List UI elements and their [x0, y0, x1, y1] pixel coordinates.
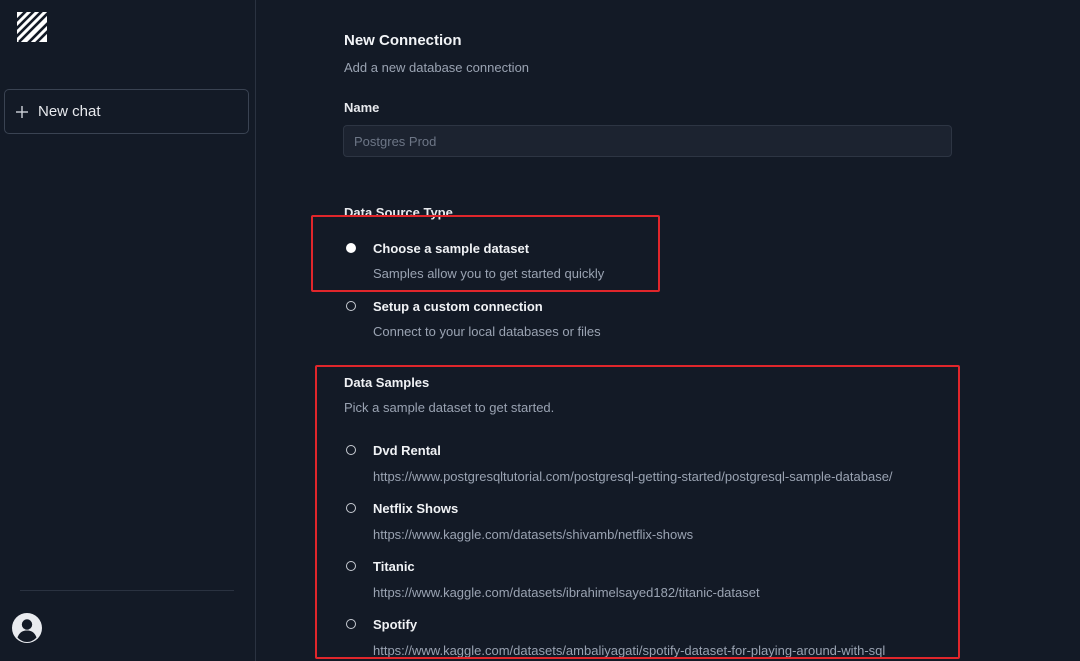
data-source-type-label: Data Source Type [344, 205, 453, 220]
sample-radio-netflix-shows[interactable] [346, 503, 356, 513]
new-chat-button[interactable]: New chat [4, 89, 249, 134]
user-avatar-icon[interactable] [12, 613, 42, 643]
sample-title-dvd-rental[interactable]: Dvd Rental [373, 443, 441, 458]
sample-dataset-option-title[interactable]: Choose a sample dataset [373, 241, 529, 256]
new-chat-label: New chat [38, 103, 101, 120]
sidebar-divider [20, 590, 234, 591]
sample-url-spotify: https://www.kaggle.com/datasets/ambaliya… [373, 643, 886, 658]
plus-icon [16, 105, 28, 118]
custom-connection-option-title[interactable]: Setup a custom connection [373, 299, 543, 314]
sample-radio-dvd-rental[interactable] [346, 445, 356, 455]
page-subtitle: Add a new database connection [344, 60, 530, 75]
sample-radio-titanic[interactable] [346, 561, 356, 571]
logo-icon[interactable] [17, 12, 47, 42]
page-title: New Connection [344, 32, 462, 49]
data-samples-description: Pick a sample dataset to get started. [344, 400, 555, 415]
data-samples-label: Data Samples [344, 375, 430, 390]
sample-url-netflix-shows: https://www.kaggle.com/datasets/shivamb/… [373, 527, 694, 542]
sample-radio-spotify[interactable] [346, 619, 356, 629]
sample-title-netflix-shows[interactable]: Netflix Shows [373, 501, 458, 516]
name-label: Name [344, 100, 380, 115]
sample-dataset-radio[interactable] [346, 243, 356, 253]
name-input[interactable] [343, 125, 952, 157]
sample-url-dvd-rental: https://www.postgresqltutorial.com/postg… [373, 469, 893, 484]
app: New chat New Connection Add a new databa… [0, 0, 1080, 661]
custom-connection-option-description: Connect to your local databases or files [373, 324, 601, 339]
sample-dataset-option-description: Samples allow you to get started quickly [373, 266, 605, 281]
sample-url-titanic: https://www.kaggle.com/datasets/ibrahime… [373, 585, 760, 600]
sample-title-spotify[interactable]: Spotify [373, 617, 417, 632]
sample-title-titanic[interactable]: Titanic [373, 559, 415, 574]
sidebar: New chat [0, 0, 256, 661]
main-panel: New Connection Add a new database connec… [257, 0, 1080, 661]
custom-connection-radio[interactable] [346, 301, 356, 311]
